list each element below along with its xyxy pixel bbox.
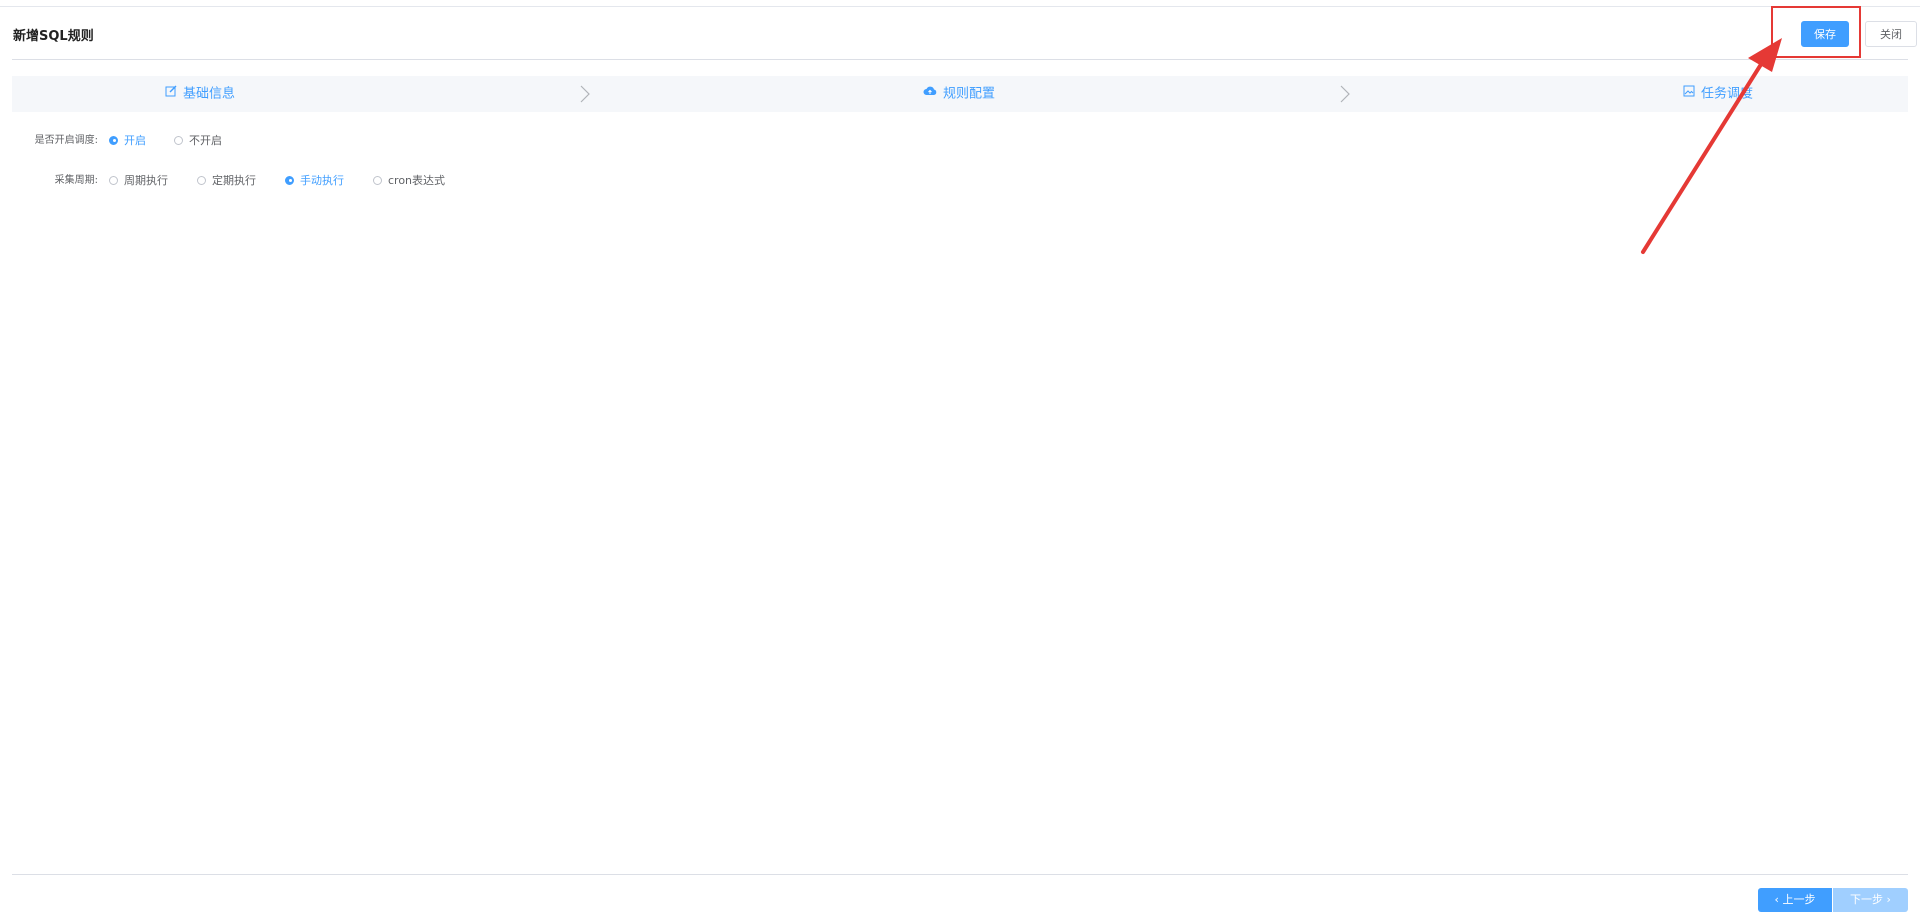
picture-icon — [1683, 76, 1695, 112]
prev-step-button[interactable]: ‹ 上一步 — [1758, 888, 1832, 912]
step-rule-config[interactable]: 规则配置 — [923, 76, 995, 112]
page-header: 新增SQL规则 保存 关闭 — [12, 7, 1917, 60]
radio-label: 开启 — [124, 134, 146, 147]
radio-label: 手动执行 — [300, 174, 344, 187]
radio-label: cron表达式 — [388, 174, 446, 187]
radio-label: 定期执行 — [212, 174, 256, 187]
next-step-label: 下一步 — [1850, 893, 1884, 906]
radio-label: 周期执行 — [124, 174, 168, 187]
step-label: 任务调度 — [1701, 86, 1754, 102]
radio-periodic[interactable]: 周期执行 — [109, 171, 168, 191]
radio-schedule-off[interactable]: 不开启 — [174, 131, 222, 151]
schedule-enabled-label: 是否开启调度: — [34, 135, 98, 146]
prev-step-label: 上一步 — [1782, 893, 1816, 906]
step-task-schedule[interactable]: 任务调度 — [1683, 76, 1753, 112]
collect-cycle-row: 采集周期: 周期执行 定期执行 手动执行 cron表达式 — [12, 171, 512, 191]
step-basic-info[interactable]: 基础信息 — [165, 76, 235, 112]
radio-checked-icon — [285, 175, 294, 185]
radio-label: 不开启 — [189, 134, 222, 147]
cloud-upload-icon — [923, 76, 937, 112]
page-title: 新增SQL规则 — [13, 29, 94, 44]
schedule-enabled-row: 是否开启调度: 开启 不开启 — [12, 131, 412, 151]
footer-divider — [12, 874, 1908, 875]
radio-manual[interactable]: 手动执行 — [285, 171, 344, 191]
radio-cron[interactable]: cron表达式 — [373, 171, 445, 191]
radio-unchecked-icon — [174, 135, 183, 145]
radio-checked-icon — [109, 135, 118, 145]
radio-unchecked-icon — [109, 175, 118, 185]
collect-cycle-label: 采集周期: — [54, 175, 98, 186]
step-label: 基础信息 — [183, 86, 236, 102]
chevron-right-icon: › — [1883, 893, 1891, 906]
next-step-button[interactable]: 下一步 › — [1833, 888, 1908, 912]
step-label: 规则配置 — [943, 86, 996, 102]
steps-bar: 基础信息 规则配置 任务调度 — [12, 76, 1908, 112]
chevron-right-icon — [580, 85, 590, 103]
edit-icon — [165, 76, 177, 112]
radio-scheduled[interactable]: 定期执行 — [197, 171, 256, 191]
radio-schedule-on[interactable]: 开启 — [109, 131, 146, 151]
close-button[interactable]: 关闭 — [1865, 21, 1917, 47]
chevron-right-icon — [1340, 85, 1350, 103]
radio-unchecked-icon — [373, 175, 382, 185]
save-button[interactable]: 保存 — [1801, 21, 1849, 47]
radio-unchecked-icon — [197, 175, 206, 185]
